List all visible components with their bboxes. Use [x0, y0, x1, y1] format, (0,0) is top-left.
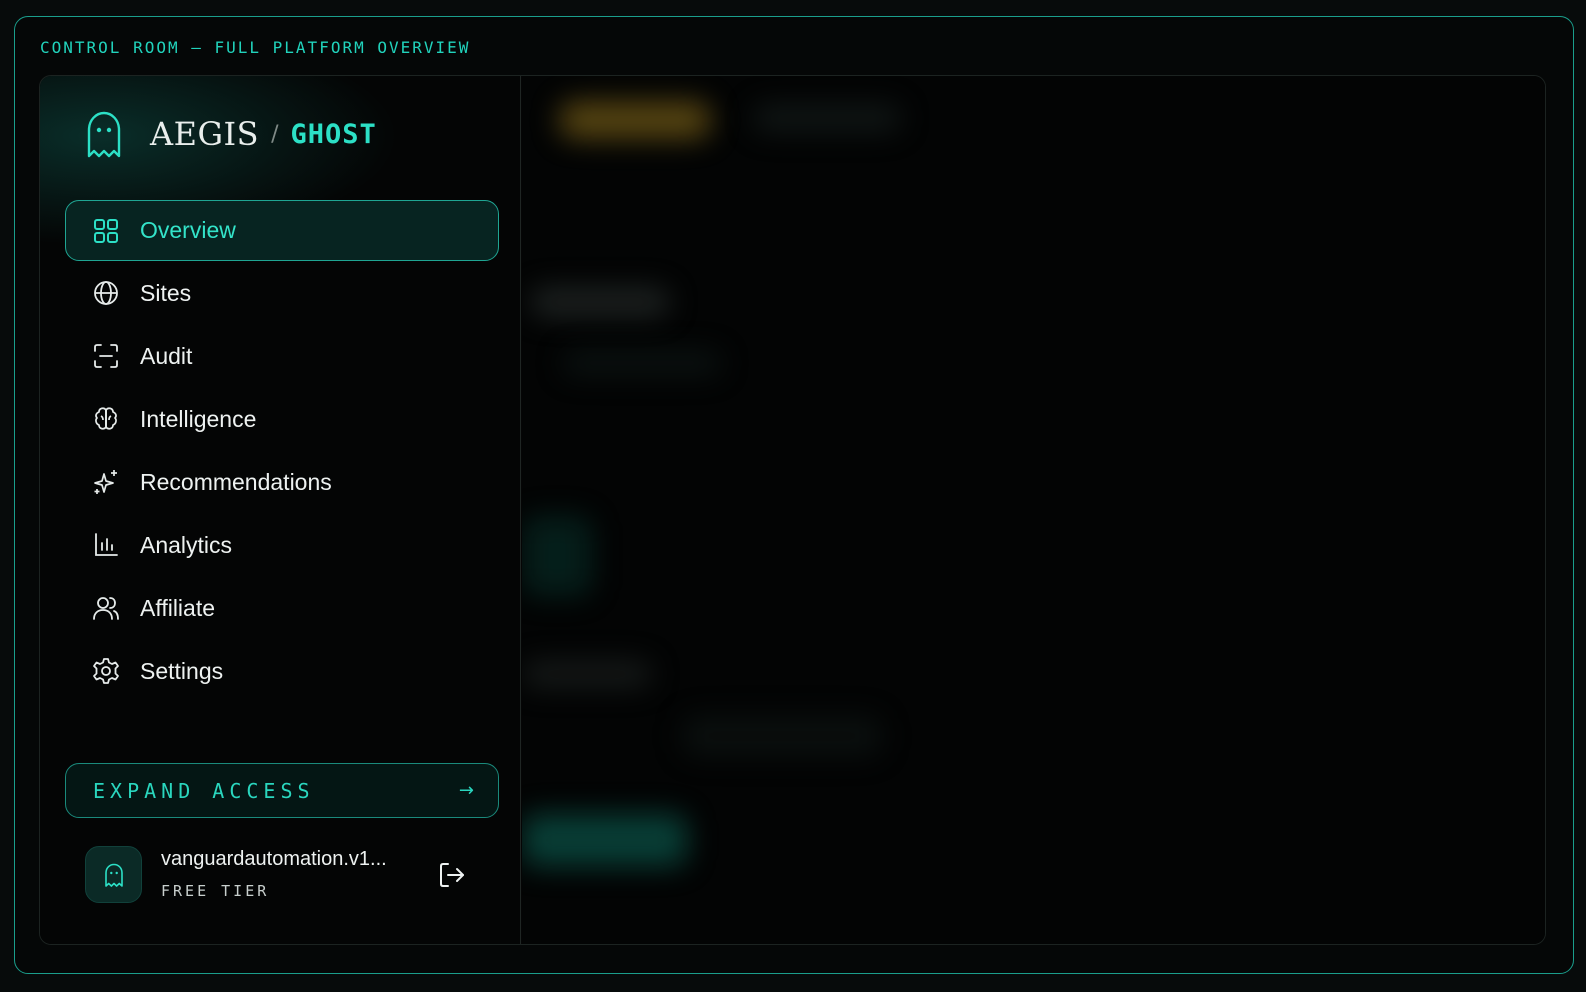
- ghost-icon: [87, 111, 121, 158]
- logout-icon[interactable]: [437, 860, 467, 890]
- ghost-icon: [104, 863, 123, 887]
- sidebar: AEGIS / GHOST Overview Sites Audit Intel…: [40, 76, 521, 944]
- sidebar-item-label: Audit: [140, 342, 193, 369]
- sidebar-item-label: Settings: [140, 657, 224, 684]
- loading-placeholder: [522, 814, 687, 866]
- app-window: AEGIS / GHOST Overview Sites Audit Intel…: [39, 75, 1546, 945]
- sidebar-item-recommendations[interactable]: Recommendations: [65, 452, 499, 512]
- sidebar-item-label: Overview: [140, 217, 236, 243]
- sidebar-item-audit[interactable]: Audit: [65, 326, 499, 386]
- loading-placeholder: [562, 351, 722, 375]
- users-icon: [92, 594, 120, 622]
- sidebar-item-settings[interactable]: Settings: [65, 641, 499, 701]
- loading-placeholder: [522, 516, 592, 596]
- user-name: vanguardautomation.v1...: [161, 848, 387, 870]
- sidebar-item-label: Affiliate: [140, 594, 216, 621]
- sidebar-item-label: Analytics: [140, 531, 233, 558]
- gear-icon: [92, 657, 120, 685]
- brand-product: GHOST: [290, 118, 377, 150]
- sidebar-item-label: Intelligence: [140, 405, 257, 432]
- loading-placeholder: [560, 102, 710, 138]
- scan-icon: [92, 342, 120, 370]
- sidebar-item-intelligence[interactable]: Intelligence: [65, 389, 499, 449]
- grid-icon: [92, 217, 120, 245]
- user-tier-badge: FREE TIER: [161, 882, 270, 900]
- globe-icon: [92, 279, 120, 307]
- expand-access-label: EXPAND ACCESS: [93, 778, 315, 803]
- sidebar-nav: Overview Sites Audit Intelligence Recomm…: [65, 200, 499, 704]
- bar-chart-icon: [92, 531, 120, 559]
- expand-access-button[interactable]: EXPAND ACCESS →: [65, 763, 499, 818]
- loading-placeholder: [530, 288, 670, 316]
- sidebar-item-label: Sites: [140, 279, 192, 306]
- sidebar-item-sites[interactable]: Sites: [65, 263, 499, 323]
- sidebar-item-label: Recommendations: [140, 468, 332, 495]
- sidebar-item-analytics[interactable]: Analytics: [65, 515, 499, 575]
- brain-icon: [92, 405, 120, 433]
- arrow-right-icon: →: [458, 780, 474, 801]
- sparkles-icon: [92, 468, 120, 496]
- brand-logo[interactable]: AEGIS / GHOST: [84, 110, 377, 158]
- avatar[interactable]: [85, 846, 142, 903]
- main-content-loading: [522, 76, 1545, 944]
- loading-placeholder: [522, 661, 652, 687]
- brand-separator: /: [271, 121, 279, 147]
- sidebar-item-overview[interactable]: Overview: [65, 200, 499, 261]
- sidebar-item-affiliate[interactable]: Affiliate: [65, 578, 499, 638]
- user-profile: vanguardautomation.v1... FREE TIER: [85, 846, 485, 906]
- brand-name: AEGIS: [150, 115, 260, 153]
- frame-title: CONTROL ROOM — FULL PLATFORM OVERVIEW: [40, 38, 471, 57]
- loading-placeholder: [752, 104, 902, 132]
- loading-placeholder: [682, 716, 882, 756]
